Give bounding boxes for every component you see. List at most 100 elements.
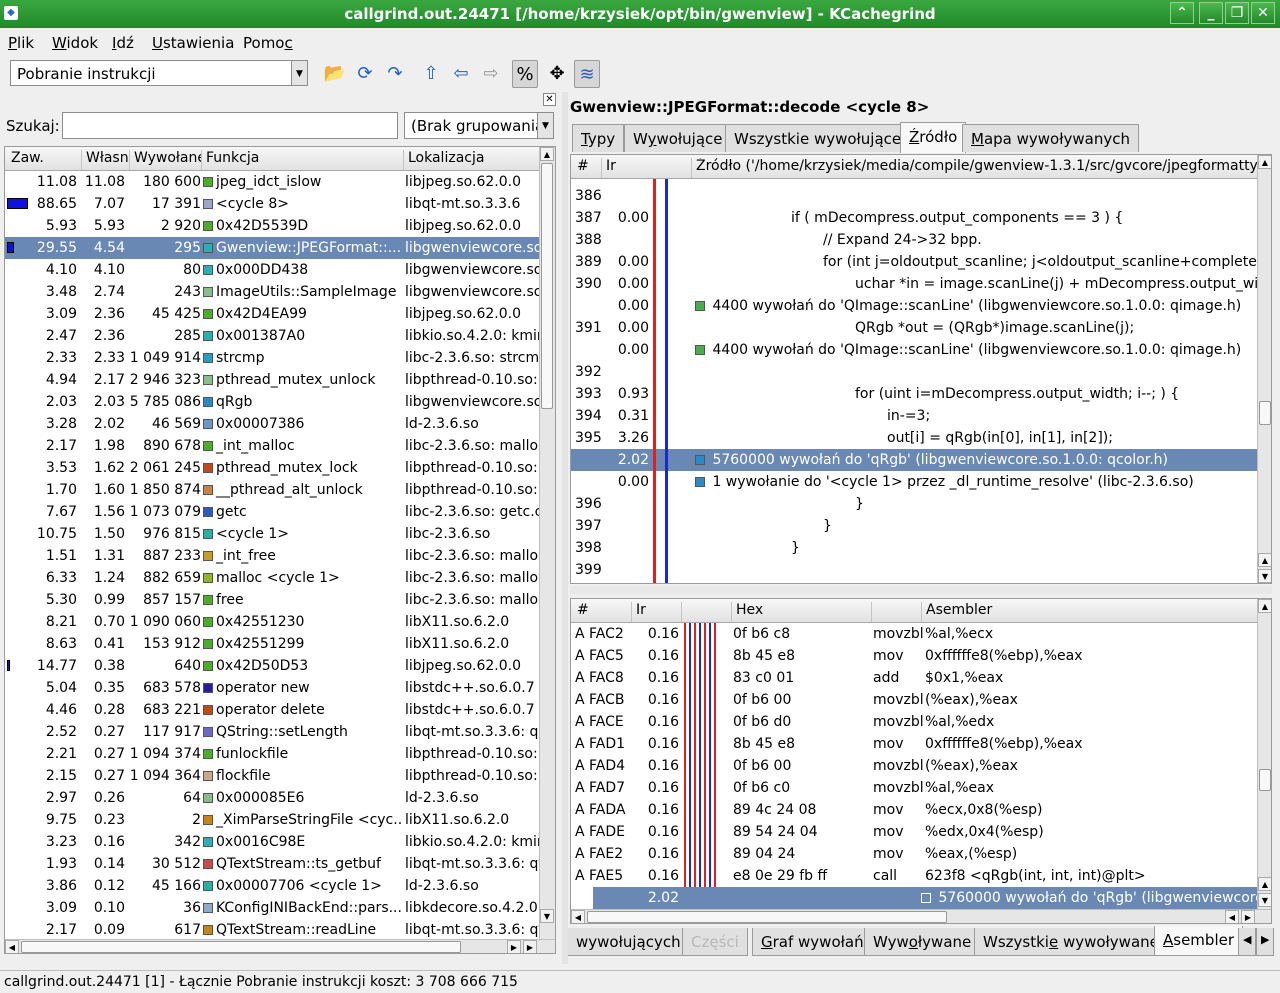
table-row[interactable]: 3.53 1.62 2 061 245 pthread_mutex_lock libpt… (5, 457, 539, 479)
scroll-down-icon[interactable]: ▼ (1258, 569, 1271, 583)
table-row[interactable]: 1.93 0.14 30 512 QTextStream::ts_getbuf libq… (5, 853, 539, 875)
header-self[interactable]: Własn (81, 150, 129, 170)
table-row[interactable]: 7.67 1.56 1 073 079 getc libc-2.3.6.so: getc… (5, 501, 539, 523)
header-function[interactable]: Funkcja (201, 150, 403, 170)
table-row[interactable]: 11.08 11.08 180 600 jpeg_idct_islow libjpeg.… (5, 171, 539, 193)
asm-row[interactable]: A FADA 0.16 89 4c 24 08 mov %ecx,0x8(%esp) (571, 799, 1257, 821)
menu-widok[interactable]: Widok (52, 34, 98, 52)
chevron-down-icon[interactable]: ▼ (537, 113, 553, 138)
table-row[interactable]: 6.33 1.24 882 659 malloc <cycle 1> libc-2.3.… (5, 567, 539, 589)
scroll-thumb[interactable] (541, 163, 553, 409)
source-line[interactable]: 386 (571, 185, 1257, 207)
table-row[interactable]: 4.10 4.10 80 0x000DD438 libgwenviewcore.so. (5, 259, 539, 281)
table-row[interactable]: 1.70 1.60 1 850 874 __pthread_alt_unlock lib… (5, 479, 539, 501)
source-line[interactable]: 392 (571, 361, 1257, 383)
asm-row[interactable]: A FAD1 0.16 8b 45 e8 mov 0xffffffe8(%ebp),%e… (571, 733, 1257, 755)
minimize-icon[interactable]: _ (1199, 2, 1223, 24)
percent-toggle-button[interactable]: % (512, 60, 538, 88)
table-row[interactable]: 9.75 0.23 2 _XimParseStringFile <cyc... libX… (5, 809, 539, 831)
menu-pomoc[interactable]: Pomoc (243, 34, 293, 52)
source-line[interactable]: 389 0.00 for (int j=oldoutput_scanline; j<… (571, 251, 1257, 273)
table-row[interactable]: 5.04 0.35 683 578 operator new libstdc++.so.… (5, 677, 539, 699)
header-location[interactable]: Lokalizacja (403, 150, 539, 170)
hscroll-thumb[interactable] (21, 941, 461, 953)
source-view[interactable]: # Ir Źródło ('/home/krzysiek/media/compi… (570, 154, 1272, 584)
table-row[interactable]: 8.21 0.70 1 090 060 0x42551230 libX11.so.6.2… (5, 611, 539, 633)
asm-row[interactable]: A FAC2 0.16 0f b6 c8 movzbl %al,%ecx (571, 623, 1257, 645)
table-row[interactable]: 10.75 1.50 976 815 <cycle 1> libc-2.3.6.so (5, 523, 539, 545)
asm-row[interactable]: A FADE 0.16 89 54 24 04 mov %edx,0x4(%esp) (571, 821, 1257, 843)
table-row[interactable]: 2.17 1.98 890 678 _int_malloc libc-2.3.6.so:… (5, 435, 539, 457)
asm-row[interactable]: A FACB 0.16 0f b6 00 movzbl (%eax),%eax (571, 689, 1257, 711)
tab-all-callers[interactable]: Wszystkie wywołujące (725, 124, 911, 152)
table-row[interactable]: 5.93 5.93 2 920 0x42D5539D libjpeg.so.62.0.0 (5, 215, 539, 237)
source-line[interactable]: 387 0.00 if ( mDecompress.output_component… (571, 207, 1257, 229)
cycle-detection-icon[interactable]: ≋ (574, 60, 600, 88)
tab-source[interactable]: Źródło (900, 122, 967, 153)
table-row[interactable]: 2.03 2.03 5 785 086 qRgb libgwenviewcore.so. (5, 391, 539, 413)
source-line[interactable]: 394 0.31 in-=3; (571, 405, 1257, 427)
go-up-icon[interactable]: ⇧ (418, 60, 444, 88)
tab-scroll-left-icon[interactable]: ◀ (1238, 928, 1257, 956)
table-row[interactable]: 14.77 0.38 640 0x42D50D53 libjpeg.so.62.0.0 (5, 655, 539, 677)
source-line[interactable]: 396} (571, 493, 1257, 515)
tab-all-callees[interactable]: Wszystkie wywoływane (974, 928, 1168, 956)
asm-row[interactable]: A FAD7 0.16 0f b6 c0 movzbl %al,%eax (571, 777, 1257, 799)
menu-plik[interactable]: Plik (8, 34, 34, 52)
tab-callers[interactable]: Wywołujące (624, 124, 732, 152)
back-icon[interactable]: ⇦ (448, 60, 474, 88)
asm-row[interactable]: A FAD4 0.16 0f b6 00 movzbl (%eax),%eax (571, 755, 1257, 777)
scroll-up-icon[interactable]: ▲ (1258, 599, 1271, 613)
close-icon[interactable]: ✕ (1251, 2, 1275, 24)
scroll-left-icon[interactable]: ◀ (1225, 910, 1239, 923)
tab-types[interactable]: Typy (572, 124, 625, 152)
table-row[interactable]: 3.28 2.02 46 569 0x00007386 ld-2.3.6.so (5, 413, 539, 435)
source-header-source[interactable]: Źródło ('/home/krzysiek/media/compile/gw… (691, 158, 1257, 178)
scroll-thumb[interactable] (1259, 401, 1271, 425)
scroll-right-icon[interactable]: ▶ (1241, 910, 1255, 923)
scroll-left-icon[interactable]: ◀ (571, 910, 585, 923)
table-row[interactable]: 5.30 0.99 857 157 free libc-2.3.6.so: malloc… (5, 589, 539, 611)
scroll-right-icon[interactable]: ▶ (523, 940, 537, 953)
tab-call-graph[interactable]: Graf wywołań (752, 928, 873, 956)
menu-ustawienia[interactable]: Ustawienia (152, 34, 234, 52)
horizontal-splitter[interactable] (570, 586, 1272, 594)
scroll-down-icon[interactable]: ▼ (1258, 893, 1271, 907)
menu-idz[interactable]: Idź (112, 34, 134, 52)
tab-callees[interactable]: Wywoływane (864, 928, 981, 956)
asm-row[interactable]: A FAC5 0.16 8b 45 e8 mov 0xffffffe8(%ebp),%e… (571, 645, 1257, 667)
grouping-select[interactable]: (Brak grupowania) ▼ (404, 112, 554, 139)
move-icon[interactable]: ✥ (544, 60, 570, 88)
scroll-up-icon[interactable]: ▲ (1258, 553, 1271, 567)
table-row[interactable]: 3.48 2.74 243 ImageUtils::SampleImage libgwe… (5, 281, 539, 303)
source-header-line[interactable]: # (571, 158, 601, 178)
function-list-vscroll[interactable]: ▲ ▼ (539, 147, 555, 939)
asm-row[interactable]: A FAE5 0.16 e8 0e 29 fb ff call 623f8 <qRgb(… (571, 865, 1257, 887)
table-row[interactable]: 3.23 0.16 342 0x0016C98E libkio.so.4.2.0: km… (5, 831, 539, 853)
scroll-up-icon[interactable]: ▲ (1258, 877, 1271, 891)
tab-callee-map[interactable]: Mapa wywoływanych (962, 124, 1139, 152)
open-folder-icon[interactable]: 📂 (322, 60, 348, 88)
tab-parts[interactable]: Części (682, 928, 748, 956)
close-panel-icon[interactable]: ✕ (543, 93, 556, 106)
source-line[interactable]: 399 (571, 559, 1257, 581)
hscroll-thumb[interactable] (587, 911, 947, 923)
scroll-right-icon[interactable]: ▶ (507, 940, 521, 953)
table-row[interactable]: 2.21 0.27 1 094 374 funlockfile libpthread-0… (5, 743, 539, 765)
maximize-icon[interactable]: ❐ (1225, 2, 1249, 24)
asm-row[interactable]: A FACE 0.16 0f b6 d0 movzbl %al,%edx (571, 711, 1257, 733)
header-called[interactable]: Wywołane (129, 150, 201, 170)
chevron-down-icon[interactable]: ▼ (291, 61, 307, 85)
table-row[interactable]: 2.15 0.27 1 094 364 flockfile libpthread-0.1… (5, 765, 539, 787)
table-row[interactable]: 2.33 2.33 1 049 914 strcmp libc-2.3.6.so: st… (5, 347, 539, 369)
call-row[interactable]: 0.00 4400 wywołań do 'QImage::scanLine' … (571, 295, 1257, 317)
table-row[interactable]: 3.86 0.12 45 166 0x00007706 <cycle 1> ld-2.3… (5, 875, 539, 897)
table-row[interactable]: 88.65 7.07 17 391 <cycle 8> libqt-mt.so.3.3.… (5, 193, 539, 215)
table-row[interactable]: 4.46 0.28 683 221 operator delete libstdc++.… (5, 699, 539, 721)
tab-scroll-right-icon[interactable]: ▶ (1256, 928, 1275, 956)
call-row[interactable]: 2.02 5760000 wywołań do 'qRgb' (libgwenv… (571, 449, 1257, 471)
source-header-ir[interactable]: Ir (601, 158, 691, 178)
source-line[interactable]: 388 // Expand 24->32 bpp. (571, 229, 1257, 251)
source-vscroll[interactable]: ▲ ▲ ▼ (1257, 155, 1271, 583)
event-type-select[interactable]: Pobranie instrukcji ▼ (10, 60, 308, 86)
